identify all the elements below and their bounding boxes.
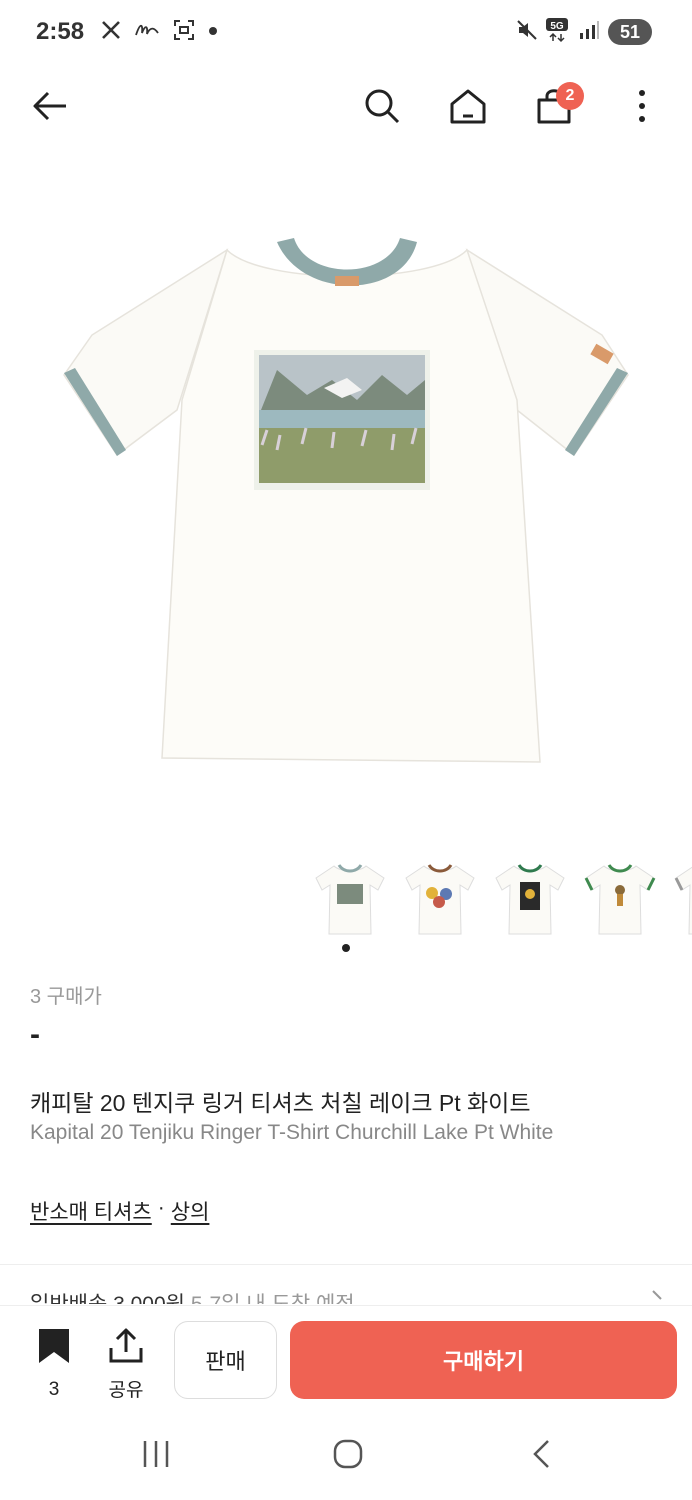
share-icon — [108, 1328, 144, 1369]
shipping-label: 일반배송 3,000원 — [30, 1293, 185, 1304]
product-title-korean: 캐피탈 20 텐지쿠 링거 티셔츠 처칠 레이크 Pt 화이트 — [30, 1090, 531, 1116]
recent-apps-icon — [141, 1439, 171, 1474]
battery-indicator: 51 — [608, 19, 652, 45]
app-logo-icon — [134, 19, 160, 46]
shipping-eta: 5-7일 내 도착 예정 — [191, 1293, 355, 1304]
buyer-count: 3 구매가 — [30, 986, 102, 1008]
more-vertical-icon — [636, 88, 648, 129]
search-button[interactable] — [358, 84, 406, 132]
back-chevron-icon — [530, 1438, 554, 1475]
bookmark-count: 3 — [48, 1379, 60, 1400]
recent-apps-button[interactable] — [136, 1438, 176, 1474]
screenshot-icon — [172, 18, 196, 47]
network-label: 5G — [550, 21, 564, 32]
status-bar: 2:58 5G 51 — [0, 0, 692, 66]
home-circle-icon — [332, 1438, 364, 1475]
network-5g-icon: 5G — [546, 17, 570, 48]
x-logo-icon — [100, 19, 122, 46]
category-link-tshirts[interactable]: 반소매 티셔츠 — [30, 1196, 152, 1226]
buy-button[interactable]: 구매하기 — [290, 1321, 677, 1399]
price: - — [30, 1018, 40, 1051]
top-app-bar: 2 — [0, 66, 692, 146]
bookmark-icon — [37, 1328, 71, 1369]
product-main-image[interactable] — [62, 230, 632, 770]
home-icon — [448, 86, 488, 131]
cart-count-badge: 2 — [556, 82, 584, 110]
thumbnail-strip[interactable] — [305, 858, 692, 938]
system-navigation-bar — [0, 1410, 692, 1500]
home-button[interactable] — [444, 84, 492, 132]
back-button[interactable] — [26, 84, 74, 132]
signal-icon — [578, 19, 600, 46]
sell-button[interactable]: 판매 — [174, 1321, 277, 1399]
shipping-info-row[interactable]: 일반배송 3,000원 5-7일 내 도착 예정 — [30, 1288, 662, 1304]
mute-icon — [516, 19, 538, 46]
dot-icon — [208, 23, 218, 41]
status-time: 2:58 — [36, 18, 85, 45]
cart-button[interactable]: 2 — [530, 82, 584, 132]
category-link-tops[interactable]: 상의 — [171, 1196, 210, 1226]
back-arrow-icon — [30, 86, 70, 131]
bottom-action-bar: 3 공유 판매 구매하기 — [0, 1305, 692, 1410]
thumbnail-5[interactable] — [670, 858, 692, 938]
carousel-indicator-dot — [342, 944, 350, 952]
section-divider — [0, 1264, 692, 1265]
category-separator: · — [157, 1196, 165, 1219]
share-button[interactable]: 공유 — [102, 1328, 150, 1402]
thumbnail-2[interactable] — [400, 858, 480, 938]
bookmark-button[interactable]: 3 — [30, 1328, 78, 1401]
thumbnail-3[interactable] — [490, 858, 570, 938]
back-nav-button[interactable] — [522, 1438, 562, 1474]
category-breadcrumb: 반소매 티셔츠 · 상의 — [30, 1196, 209, 1226]
search-icon — [362, 86, 402, 131]
lake-print-graphic — [254, 350, 430, 490]
share-label: 공유 — [108, 1380, 144, 1401]
status-system-icons: 5G 51 — [516, 17, 652, 48]
thumbnail-4[interactable] — [580, 858, 660, 938]
thumbnail-1[interactable] — [310, 858, 390, 938]
more-options-button[interactable] — [618, 84, 666, 132]
home-nav-button[interactable] — [328, 1438, 368, 1474]
product-title-english: Kapital 20 Tenjiku Ringer T-Shirt Church… — [30, 1121, 554, 1144]
status-notification-icons — [100, 18, 218, 46]
